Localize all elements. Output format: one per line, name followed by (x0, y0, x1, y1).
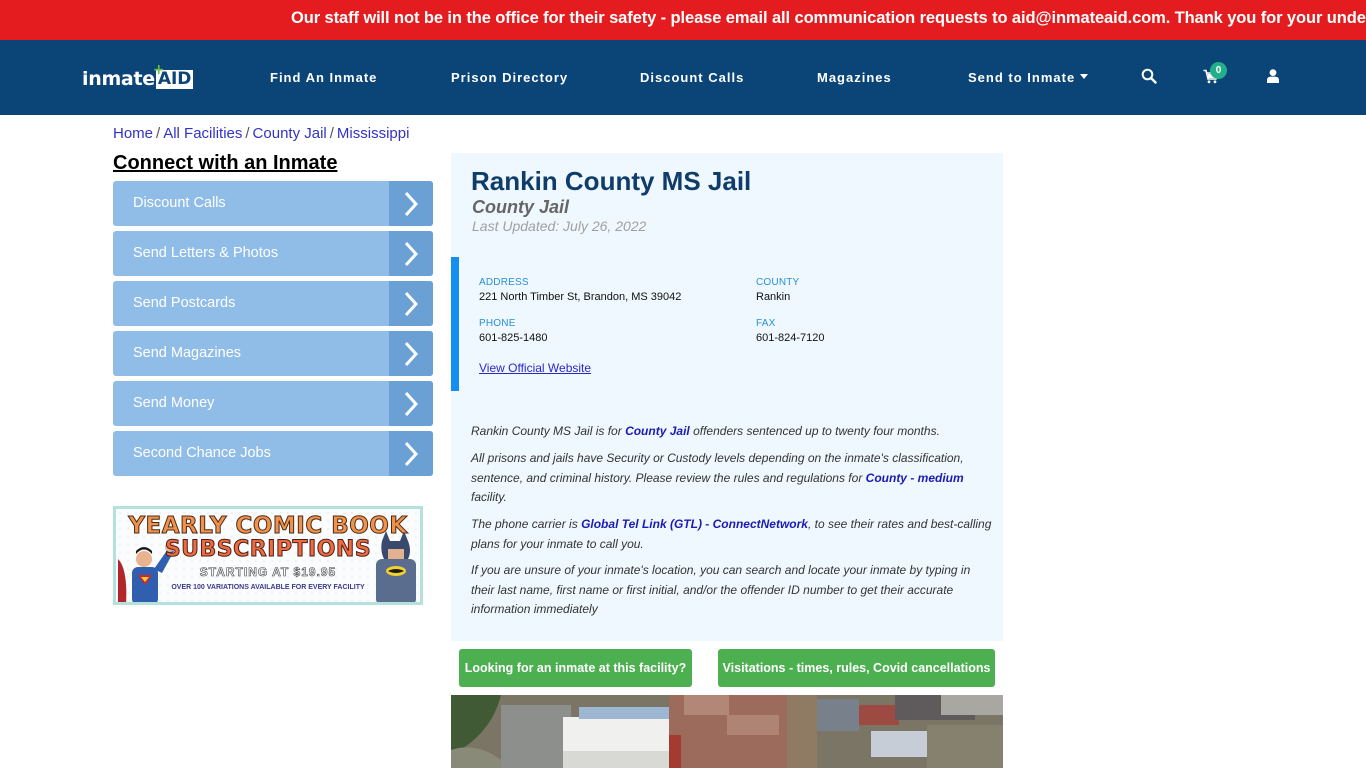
sidebar-button-label: Send Letters & Photos (133, 245, 279, 261)
phone-label: PHONE (479, 318, 516, 329)
county-value: Rankin (756, 291, 791, 303)
banner-subtext: OVER 100 VARIATIONS AVAILABLE FOR EVERY … (171, 584, 365, 591)
banner-headline-2: SUBSCRIPTIONS (164, 537, 372, 563)
alert-banner: Our staff will not be in the office for … (0, 0, 1366, 40)
nav-prison-directory[interactable]: Prison Directory (451, 70, 568, 85)
breadcrumb-separator: / (156, 125, 161, 142)
last-updated: Last Updated: July 26, 2022 (472, 218, 647, 234)
fax-value: 601-824-7120 (756, 332, 825, 344)
visitations-button[interactable]: Visitations - times, rules, Covid cancel… (718, 649, 995, 687)
phone-carrier-link[interactable]: Global Tel Link (GTL) - ConnectNetwork (581, 517, 808, 531)
description-paragraph-2: All prisons and jails have Security or C… (471, 449, 996, 508)
facility-aerial-photo (451, 695, 1003, 768)
nav-discount-calls[interactable]: Discount Calls (640, 70, 744, 85)
description-text: The phone carrier is (471, 517, 582, 531)
cart-count-badge: 0 (1210, 62, 1227, 79)
sidebar-button-discount-calls[interactable]: Discount Calls (113, 181, 433, 226)
description-text: offenders sentenced up to twenty four mo… (689, 424, 940, 438)
chevron-right-icon (389, 381, 433, 426)
banner-price: STARTING AT $19.95 (199, 565, 337, 580)
description-paragraph-4: If you are unsure of your inmate's locat… (471, 563, 971, 616)
site-logo[interactable]: inmate + AID (82, 62, 194, 91)
facility-type: County Jail (472, 197, 570, 217)
sidebar-button-label: Send Postcards (133, 295, 236, 311)
description-paragraph-3: The phone carrier is Global Tel Link (GT… (471, 515, 996, 554)
sidebar-button-label: Discount Calls (133, 195, 226, 211)
county-label: COUNTY (756, 277, 800, 288)
chevron-right-icon (389, 231, 433, 276)
official-website-link[interactable]: View Official Website (479, 361, 591, 375)
fax-label: FAX (756, 318, 776, 329)
county-jail-link[interactable]: County Jail (625, 424, 690, 438)
nav-send-to-inmate[interactable]: Send to Inmate (968, 70, 1089, 85)
breadcrumb-separator: / (245, 125, 250, 142)
sidebar-button-send-postcards[interactable]: Send Postcards (113, 281, 433, 326)
find-inmate-at-facility-button[interactable]: Looking for an inmate at this facility? (459, 649, 692, 687)
description-text: Rankin County MS Jail is for (471, 424, 626, 438)
nav-send-to-inmate-label: Send to Inmate (968, 70, 1076, 85)
breadcrumb-home[interactable]: Home (113, 125, 153, 142)
breadcrumb-mississippi[interactable]: Mississippi (337, 125, 410, 142)
caret-down-icon (1080, 74, 1089, 80)
breadcrumb-all-facilities[interactable]: All Facilities (163, 125, 242, 142)
sidebar-button-label: Send Magazines (133, 345, 242, 361)
connect-heading: Connect with an Inmate (113, 152, 338, 174)
chevron-right-icon (389, 181, 433, 226)
banner-headline: YEARLY COMIC BOOK (128, 513, 408, 540)
sidebar-button-send-magazines[interactable]: Send Magazines (113, 331, 433, 376)
user-icon[interactable] (1267, 69, 1279, 88)
description-paragraph-1: Rankin County MS Jail is for County Jail… (471, 422, 996, 442)
chevron-right-icon (389, 331, 433, 376)
breadcrumb-separator: / (329, 125, 334, 142)
phone-value: 601-825-1480 (479, 332, 548, 344)
sidebar-button-label: Second Chance Jobs (133, 445, 271, 461)
logo-text-aid: + AID (153, 62, 194, 89)
sidebar-button-send-letters-photos[interactable]: Send Letters & Photos (113, 231, 433, 276)
breadcrumb: Home / All Facilities / County Jail / Mississi… (113, 125, 409, 142)
address-value: 221 North Timber St, Brandon, MS 39042 (479, 291, 682, 303)
sidebar-button-send-money[interactable]: Send Money (113, 381, 433, 426)
logo-text-inmate: inmate (82, 68, 155, 90)
logo-plus-icon: + (152, 61, 165, 78)
description-text: facility. (471, 490, 507, 504)
sidebar-button-second-chance-jobs[interactable]: Second Chance Jobs (113, 431, 433, 476)
address-label: ADDRESS (479, 277, 529, 288)
facility-title: Rankin County MS Jail (471, 166, 752, 196)
county-medium-link[interactable]: County - medium (866, 471, 964, 485)
comic-subscription-banner[interactable]: YEARLY COMIC BOOK SUBSCRIPTIONS STARTING… (113, 506, 423, 605)
chevron-right-icon (389, 431, 433, 476)
search-icon[interactable] (1141, 68, 1157, 89)
nav-magazines[interactable]: Magazines (817, 70, 892, 85)
aerial-photo-image (451, 695, 1003, 768)
breadcrumb-county-jail[interactable]: County Jail (253, 125, 327, 142)
chevron-right-icon (389, 281, 433, 326)
info-accent-bar (451, 257, 459, 391)
alert-text: Our staff will not be in the office for … (291, 9, 1366, 27)
sidebar-button-label: Send Money (133, 395, 215, 411)
nav-find-an-inmate[interactable]: Find An Inmate (270, 70, 377, 85)
